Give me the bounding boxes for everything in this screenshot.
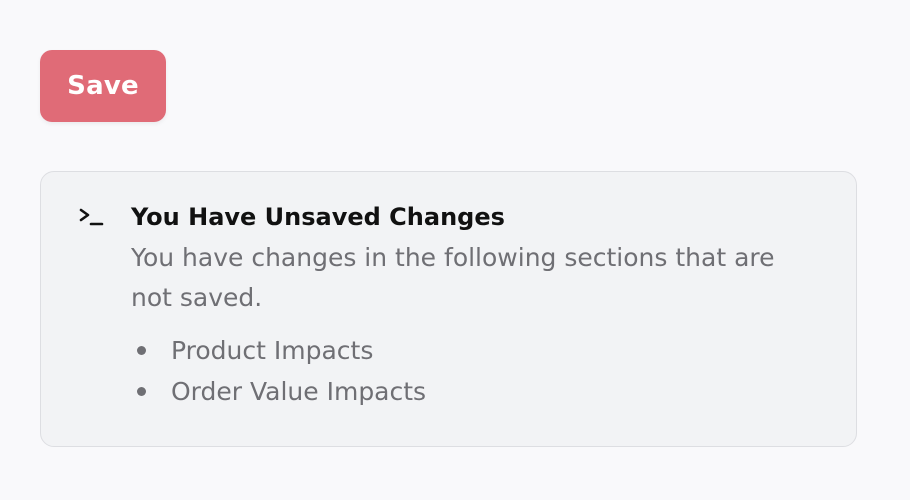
alert-content: You Have Unsaved Changes You have change… bbox=[131, 200, 821, 412]
terminal-icon bbox=[75, 202, 107, 234]
list-item-label: Order Value Impacts bbox=[171, 377, 427, 406]
alert-title: You Have Unsaved Changes bbox=[131, 203, 505, 231]
save-button[interactable]: Save bbox=[40, 50, 166, 122]
unsaved-sections-list: Product Impacts Order Value Impacts bbox=[131, 330, 821, 412]
list-item: Product Impacts bbox=[131, 330, 821, 371]
list-item: Order Value Impacts bbox=[131, 371, 821, 412]
unsaved-changes-alert: You Have Unsaved Changes You have change… bbox=[40, 171, 857, 447]
bullet-icon bbox=[137, 387, 146, 396]
list-item-label: Product Impacts bbox=[171, 336, 374, 365]
bullet-icon bbox=[137, 346, 146, 355]
page: Save You Have Unsaved Changes You have c… bbox=[0, 0, 910, 500]
alert-description: You have changes in the following sectio… bbox=[131, 243, 775, 312]
